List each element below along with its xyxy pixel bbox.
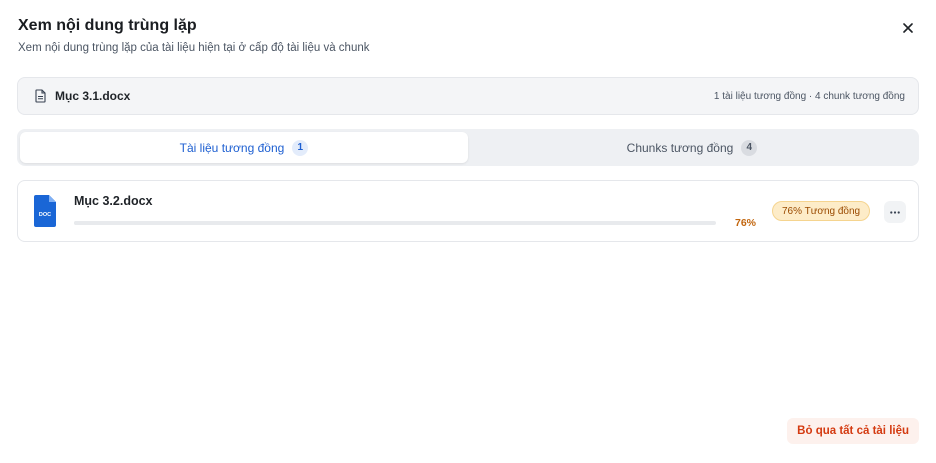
tab-similar-chunks[interactable]: Chunks tương đồng 4 (468, 132, 916, 163)
dialog-subtitle: Xem nội dung trùng lặp của tài liệu hiện… (18, 42, 370, 54)
similar-document-item[interactable]: DOC Mục 3.2.docx 76% 76% Tương đồng (17, 180, 919, 242)
similarity-percent: 76% (735, 217, 757, 229)
doc-file-icon-label: DOC (39, 212, 51, 218)
tab-similar-documents[interactable]: Tài liệu tương đồng 1 (20, 132, 468, 163)
tab-count-badge: 1 (292, 139, 309, 156)
more-options-button[interactable] (884, 201, 906, 223)
source-document-name: Mục 3.1.docx (55, 89, 131, 103)
source-similarity-summary: 1 tài liệu tương đồng · 4 chunk tương đồ… (713, 90, 905, 102)
doc-file-icon: DOC (34, 195, 56, 227)
tab-count-badge: 4 (741, 139, 758, 156)
tab-label: Tài liệu tương đồng (179, 140, 285, 155)
source-document-card: Mục 3.1.docx 1 tài liệu tương đồng · 4 c… (17, 77, 919, 115)
more-icon (890, 210, 900, 214)
document-icon (34, 89, 47, 103)
close-button[interactable] (898, 18, 918, 38)
similarity-progress-fill (74, 221, 562, 225)
tab-bar: Tài liệu tương đồng 1 Chunks tương đồng … (17, 129, 919, 166)
dialog-title: Xem nội dung trùng lặp (18, 17, 197, 34)
similar-document-name: Mục 3.2.docx (74, 194, 153, 208)
tab-label: Chunks tương đồng (626, 140, 734, 155)
similarity-progress-bar (74, 221, 716, 225)
duplicate-content-dialog: Xem nội dung trùng lặp Xem nội dung trùn… (0, 0, 936, 463)
similarity-badge: 76% Tương đồng (772, 201, 871, 221)
skip-all-documents-button[interactable]: Bỏ qua tất cả tài liệu (787, 418, 919, 444)
close-icon (903, 23, 913, 33)
